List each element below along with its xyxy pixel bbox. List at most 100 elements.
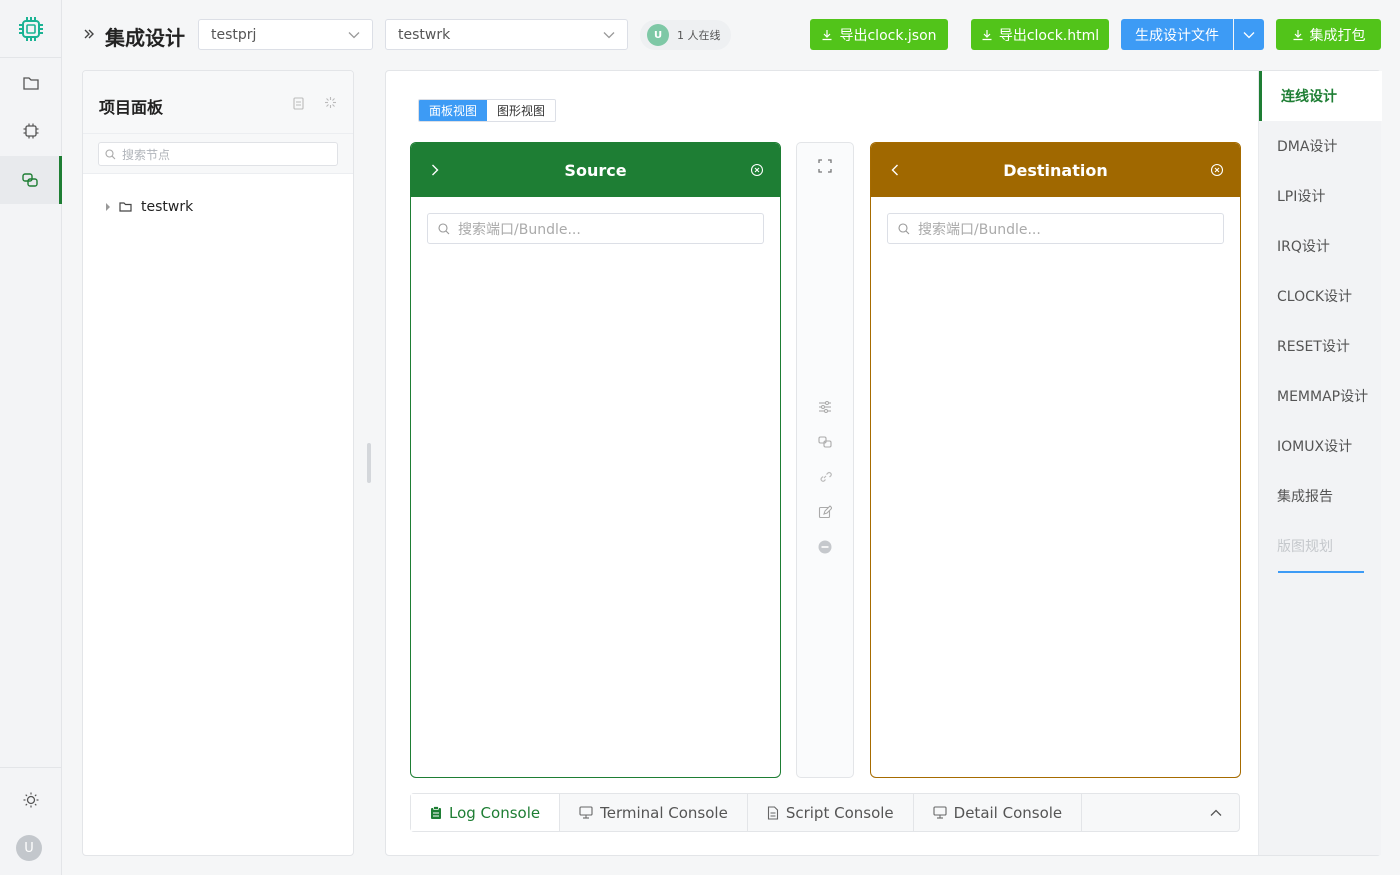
monitor-icon <box>579 806 593 819</box>
theme-toggle[interactable] <box>0 776 62 824</box>
source-title: Source <box>564 160 627 180</box>
tab-floorplan: 版图规划 <box>1277 539 1333 555</box>
rail-divider <box>0 767 62 768</box>
folder-open-icon <box>119 202 132 212</box>
tab-lpi-design[interactable]: LPI设计 <box>1259 171 1382 221</box>
destination-card: Destination 搜索端口/Bundle... <box>870 142 1241 778</box>
tab-memmap-design[interactable]: MEMMAP设计 <box>1259 371 1382 421</box>
chevron-down-icon <box>1243 31 1255 38</box>
close-circle-icon[interactable] <box>750 163 764 177</box>
source-header: Source <box>411 143 780 197</box>
destination-header: Destination <box>871 143 1240 197</box>
rail-integration[interactable] <box>0 156 62 204</box>
caret-right-icon[interactable] <box>105 203 111 211</box>
node-search-placeholder: 搜索节点 <box>122 147 171 162</box>
user-avatar[interactable]: U <box>16 835 42 861</box>
tab-iomux-design[interactable]: IOMUX设计 <box>1259 421 1382 471</box>
generate-design-button[interactable]: 生成设计文件 <box>1121 19 1233 50</box>
console-bar: Log Console Terminal Console Script Cons… <box>410 793 1240 832</box>
link-icon[interactable] <box>818 470 832 484</box>
chevron-down-icon <box>603 31 615 38</box>
destination-search-input[interactable]: 搜索端口/Bundle... <box>887 213 1224 244</box>
tab-indicator <box>1278 571 1364 573</box>
online-users-badge[interactable]: U 1 人在线 <box>640 20 731 50</box>
search-icon <box>438 222 450 234</box>
file-text-icon <box>767 805 778 820</box>
remove-circle-icon[interactable] <box>818 540 832 554</box>
tab-detail-console-label: Detail Console <box>953 803 1063 822</box>
app-logo[interactable] <box>0 0 62 58</box>
project-select[interactable]: testprj <box>198 19 373 50</box>
clipboard-icon <box>431 805 441 819</box>
panel-view-tab[interactable]: 面板视图 <box>419 100 488 121</box>
tab-reset-design[interactable]: RESET设计 <box>1259 321 1382 371</box>
download-icon <box>982 29 992 40</box>
tab-script-console[interactable]: Script Console <box>748 794 914 831</box>
tab-dma-design[interactable]: DMA设计 <box>1259 121 1382 171</box>
download-icon <box>822 29 832 40</box>
link-blocks-icon <box>21 173 38 187</box>
chevron-right-icon[interactable] <box>431 164 439 176</box>
rail-chip[interactable] <box>0 107 62 155</box>
tab-clock-design[interactable]: CLOCK设计 <box>1259 271 1382 321</box>
folder-icon <box>23 77 39 90</box>
source-card: Source 搜索端口/Bundle... <box>410 142 781 778</box>
view-toggle: 面板视图 图形视图 <box>418 99 557 122</box>
left-rail: U <box>0 0 62 875</box>
export-html-button[interactable]: 导出clock.html <box>971 19 1109 50</box>
edit-icon[interactable] <box>818 505 832 519</box>
package-button[interactable]: 集成打包 <box>1276 19 1381 50</box>
graph-view-tab[interactable]: 图形视图 <box>487 100 556 121</box>
fullscreen-icon[interactable] <box>818 159 832 173</box>
online-user-avatar: U <box>647 24 669 46</box>
package-label: 集成打包 <box>1309 27 1366 44</box>
workspace-select[interactable]: testwrk <box>385 19 628 50</box>
search-icon <box>105 148 116 159</box>
tab-detail-console[interactable]: Detail Console <box>914 794 1083 831</box>
export-json-button[interactable]: 导出clock.json <box>810 19 948 50</box>
document-icon[interactable] <box>293 97 304 110</box>
chevron-down-icon <box>348 31 360 38</box>
online-count: 1 人在线 <box>677 29 721 42</box>
tab-log-console-label: Log Console <box>449 803 541 822</box>
project-select-value: testprj <box>211 26 257 43</box>
tab-script-console-label: Script Console <box>785 803 894 822</box>
connect-blocks-icon[interactable] <box>818 435 832 449</box>
source-search-input[interactable]: 搜索端口/Bundle... <box>427 213 764 244</box>
project-panel-title: 项目面板 <box>99 98 164 117</box>
export-json-label: 导出clock.json <box>839 27 937 44</box>
tree-node-workspace[interactable]: testwrk <box>105 199 193 215</box>
close-circle-icon[interactable] <box>1210 163 1224 177</box>
collapse-all-icon[interactable] <box>324 96 337 109</box>
tab-terminal-console-label: Terminal Console <box>600 803 728 822</box>
generate-dropdown-button[interactable] <box>1234 19 1264 50</box>
tree-node-label: testwrk <box>141 199 194 215</box>
tab-wiring-design[interactable]: 连线设计 <box>1259 71 1382 121</box>
chevron-up-icon[interactable] <box>1210 809 1222 817</box>
tab-log-console[interactable]: Log Console <box>411 794 561 831</box>
cpu-icon <box>23 123 39 139</box>
page-title: 集成设计 <box>105 26 185 50</box>
panel-resize-handle[interactable] <box>367 443 371 483</box>
rail-files[interactable] <box>0 59 62 107</box>
chevron-left-icon[interactable] <box>891 164 899 176</box>
generate-design-label: 生成设计文件 <box>1135 27 1219 44</box>
design-tabs: 连线设计 DMA设计 LPI设计 IRQ设计 CLOCK设计 RESET设计 M… <box>1258 71 1382 855</box>
search-icon <box>898 222 910 234</box>
tab-integration-report[interactable]: 集成报告 <box>1259 471 1382 521</box>
project-panel: 项目面板 搜索节点 testwrk <box>82 70 354 856</box>
sun-icon <box>23 792 39 808</box>
destination-title: Destination <box>1003 160 1108 180</box>
project-panel-header: 项目面板 <box>83 71 353 134</box>
export-html-label: 导出clock.html <box>998 27 1100 44</box>
project-search-bar: 搜索节点 <box>83 134 353 174</box>
tab-terminal-console[interactable]: Terminal Console <box>560 794 748 831</box>
double-chevron-right-icon[interactable] <box>82 27 96 41</box>
connection-toolbar <box>796 142 854 778</box>
sliders-icon[interactable] <box>818 400 832 414</box>
node-search-input[interactable]: 搜索节点 <box>98 142 338 166</box>
chip-logo-icon <box>19 16 43 41</box>
download-icon <box>1293 29 1302 40</box>
tab-irq-design[interactable]: IRQ设计 <box>1259 221 1382 271</box>
monitor-icon <box>933 806 947 819</box>
